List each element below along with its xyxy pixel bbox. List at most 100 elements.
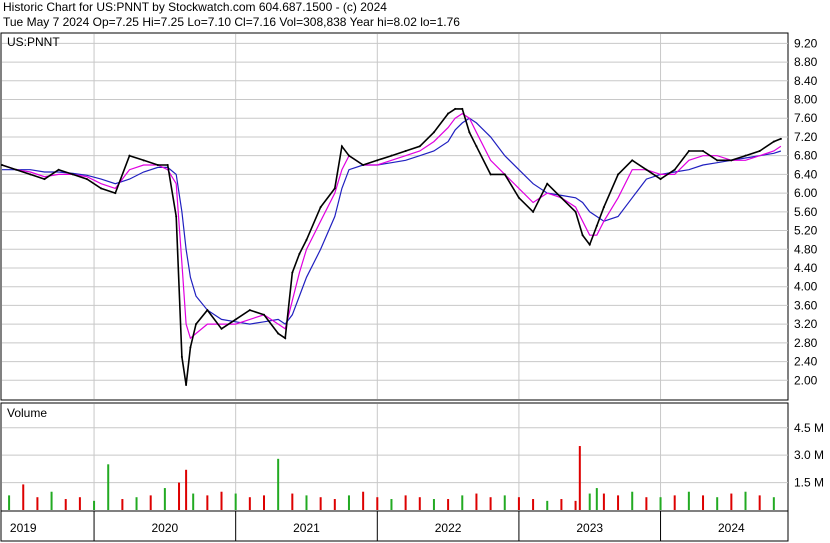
volume-bar — [220, 491, 223, 510]
volume-bar — [560, 499, 563, 510]
price-point — [185, 383, 188, 386]
price-point — [347, 154, 350, 157]
volume-bar — [673, 495, 676, 510]
volume-bar — [390, 499, 393, 510]
volume-bar — [36, 497, 39, 510]
price-tick-label: 2.40 — [794, 355, 818, 369]
year-axis-strip — [0, 510, 789, 542]
volume-bar — [64, 499, 67, 510]
volume-bar — [595, 488, 598, 510]
price-axis-labels: 9.20 8.80 8.40 8.00 7.60 7.20 6.80 6.40 6.00 5.60… — [794, 36, 818, 387]
price-point — [779, 137, 782, 140]
volume-bar — [305, 495, 308, 510]
price-point — [156, 164, 159, 167]
price-point — [29, 173, 32, 176]
volume-bar — [192, 493, 195, 510]
price-tick-label: 4.80 — [794, 242, 818, 256]
volume-bar — [532, 499, 535, 510]
price-point — [298, 252, 301, 255]
price-point — [645, 168, 648, 171]
price-tick-label: 2.00 — [794, 373, 818, 387]
price-point — [687, 149, 690, 152]
volume-bar — [447, 499, 450, 510]
price-point — [57, 168, 60, 171]
price-point — [532, 210, 535, 213]
price-tick-label: 7.20 — [794, 130, 818, 144]
price-point — [71, 173, 74, 176]
price-point — [404, 149, 407, 152]
price-point — [43, 178, 46, 181]
volume-bar — [617, 495, 620, 510]
price-point — [319, 206, 322, 209]
volume-bar — [291, 493, 294, 510]
price-point — [390, 154, 393, 157]
volume-bar — [404, 495, 407, 510]
volume-bar — [234, 493, 237, 510]
volume-bar — [376, 497, 379, 510]
year-label: 2020 — [152, 521, 179, 535]
price-tick-label: 8.00 — [794, 93, 818, 107]
year-label: 2021 — [293, 521, 320, 535]
price-tick-label: 3.60 — [794, 298, 818, 312]
price-point — [114, 192, 117, 195]
price-point — [475, 145, 478, 148]
volume-bar — [418, 497, 421, 510]
volume-bar — [362, 491, 365, 510]
price-point — [659, 178, 662, 181]
volume-bar — [206, 495, 209, 510]
price-point — [142, 159, 145, 162]
price-point — [175, 215, 178, 218]
volume-bar — [645, 497, 648, 510]
price-point — [189, 346, 192, 349]
price-point — [234, 318, 237, 321]
price-point — [454, 107, 457, 110]
volume-bar — [135, 497, 138, 510]
price-point — [489, 173, 492, 176]
price-point — [1, 164, 3, 167]
price-point — [588, 243, 591, 246]
price-point — [744, 154, 747, 157]
price-point — [15, 168, 18, 171]
price-point — [730, 159, 733, 162]
price-point — [602, 206, 605, 209]
price-point — [277, 332, 280, 335]
price-point — [574, 210, 577, 213]
price-point — [263, 313, 265, 316]
price-point — [581, 234, 584, 237]
price-tick-label: 4.40 — [794, 261, 818, 275]
volume-bar — [578, 446, 581, 510]
price-point — [85, 178, 88, 181]
price-point — [362, 164, 365, 167]
volume-bar — [248, 497, 251, 510]
price-point — [617, 173, 620, 176]
price-point — [206, 309, 209, 312]
volume-bar — [475, 493, 478, 510]
price-point — [468, 131, 471, 134]
volume-bar — [758, 495, 761, 510]
price-tick-label: 8.40 — [794, 74, 818, 88]
price-tick-label: 2.80 — [794, 336, 818, 350]
volume-bar — [93, 500, 96, 510]
price-point — [248, 309, 251, 312]
price-point — [418, 145, 421, 148]
symbol-label: US:PNNT — [7, 35, 60, 49]
volume-bar — [107, 464, 110, 510]
price-point — [517, 196, 520, 199]
volume-bar — [50, 491, 53, 510]
stock-chart: 9.20 8.80 8.40 8.00 7.60 7.20 6.80 6.40 6.00 5.60… — [0, 32, 824, 542]
volume-bar — [744, 491, 747, 510]
volume-bar — [659, 497, 662, 510]
price-point — [195, 323, 198, 326]
price-point — [305, 238, 308, 241]
volume-bar — [503, 495, 506, 510]
price-panel — [0, 32, 789, 401]
volume-bar — [489, 497, 492, 510]
volume-bar — [178, 482, 181, 510]
volume-bar — [8, 495, 11, 510]
price-point — [702, 149, 705, 152]
volume-bar — [602, 493, 605, 510]
price-tick-label: 5.20 — [794, 224, 818, 238]
price-point — [772, 140, 775, 143]
volume-bar — [185, 469, 188, 510]
volume-panel — [0, 402, 789, 512]
